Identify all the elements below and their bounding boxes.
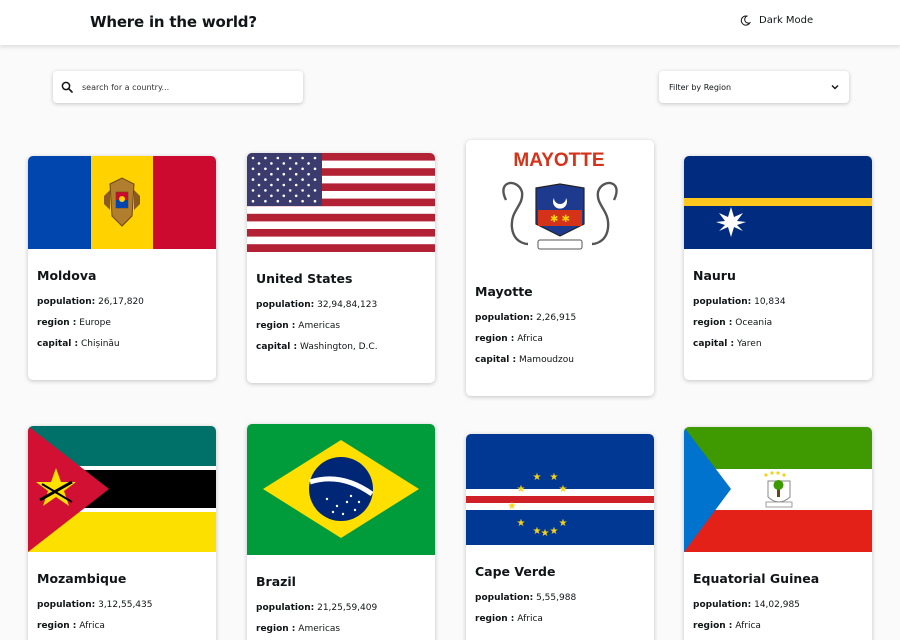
country-card[interactable]: ★ ★ ★ ★ ★ ★ ★ ★ ★ ★ Cape Verde population: 5,5… (466, 434, 654, 640)
region-value: Americas (298, 321, 341, 331)
population-value: 3,12,55,435 (98, 600, 153, 610)
population-value: 14,02,985 (754, 600, 800, 610)
svg-text:★: ★ (541, 528, 550, 539)
population-value: 5,55,988 (536, 593, 577, 603)
capital-row: capital : Mamoudzou (475, 355, 574, 365)
svg-text:★: ★ (559, 518, 568, 529)
region-filter-select[interactable]: Filter by Region (659, 71, 849, 103)
population-row: population: 21,25,59,409 (256, 603, 378, 613)
country-name: United States (256, 271, 353, 286)
population-row: population: 3,12,55,435 (37, 600, 153, 610)
svg-text:★: ★ (533, 472, 542, 483)
moldova-flag (28, 156, 216, 249)
region-value: Oceania (735, 318, 773, 328)
search-input[interactable] (82, 82, 282, 92)
capital-row: capital : Chișinău (37, 339, 120, 349)
capital-value: Washington, D.C. (300, 342, 378, 352)
us-flag (247, 153, 435, 252)
cape-verde-flag: ★★★ ★★★ ★★★ ★ (466, 434, 654, 545)
population-value: 26,17,820 (98, 297, 144, 307)
country-card[interactable]: Moldova population: 26,17,820 region : E… (28, 156, 216, 380)
svg-text:★: ★ (517, 518, 526, 529)
search-icon (61, 81, 73, 93)
dark-mode-toggle[interactable]: Dark Mode (740, 15, 813, 26)
population-value: 10,834 (754, 297, 786, 307)
population-value: 2,26,915 (536, 313, 577, 323)
svg-text:★: ★ (517, 484, 526, 495)
region-row: region : Americas (256, 321, 341, 331)
country-name: Equatorial Guinea (693, 571, 820, 586)
region-value: Africa (517, 334, 543, 344)
region-filter-label: Filter by Region (669, 82, 732, 92)
capital-row: capital : Yaren (693, 339, 762, 349)
nauru-flag (684, 156, 872, 249)
equatorial-guinea-flag (684, 427, 872, 552)
population-row: population: 14,02,985 (693, 600, 800, 610)
region-value: Africa (79, 621, 105, 631)
brazil-flag (247, 424, 435, 555)
moon-icon (740, 15, 751, 26)
dark-mode-label: Dark Mode (759, 15, 814, 26)
country-card[interactable]: Brazil population: 21,25,59,409 region :… (247, 424, 435, 640)
country-card[interactable]: Nauru population: 10,834 region : Oceani… (684, 156, 872, 380)
region-value: Africa (735, 621, 761, 631)
region-row: region : Africa (475, 334, 543, 344)
search-box (53, 71, 303, 103)
population-row: population: 26,17,820 (37, 297, 144, 307)
country-card[interactable]: United States population: 32,94,84,123 r… (247, 153, 435, 383)
region-row: region : Africa (37, 621, 105, 631)
country-name: Mayotte (475, 284, 533, 299)
region-row: region : Oceania (693, 318, 773, 328)
country-name: Mozambique (37, 571, 127, 586)
population-row: population: 32,94,84,123 (256, 300, 378, 310)
region-row: region : Americas (256, 624, 341, 634)
mayotte-flag: MAYOTTE ✱ ✱ (466, 140, 654, 265)
svg-text:✱ ✱: ✱ ✱ (550, 214, 570, 225)
capital-value: Yaren (737, 339, 762, 349)
region-row: region : Europe (37, 318, 111, 328)
capital-value: Mamoudzou (519, 355, 574, 365)
region-value: Americas (298, 624, 341, 634)
chevron-down-icon (831, 85, 839, 90)
region-value: Europe (79, 318, 111, 328)
population-value: 32,94,84,123 (317, 300, 378, 310)
svg-text:★: ★ (508, 501, 517, 512)
svg-text:★: ★ (559, 484, 568, 495)
svg-text:★: ★ (550, 472, 559, 483)
country-card[interactable]: Equatorial Guinea population: 14,02,985 … (684, 427, 872, 640)
country-name: Nauru (693, 268, 736, 283)
country-card[interactable]: MAYOTTE ✱ ✱ Mayotte population: 2,26,915… (466, 140, 654, 396)
app-title: Where in the world? (90, 13, 257, 31)
mozambique-flag (28, 426, 216, 552)
country-card[interactable]: Mozambique population: 3,12,55,435 regio… (28, 426, 216, 640)
country-name: Moldova (37, 268, 97, 283)
population-row: population: 10,834 (693, 297, 786, 307)
region-value: Africa (517, 614, 543, 624)
region-row: region : Africa (693, 621, 761, 631)
capital-value: Chișinău (81, 339, 120, 349)
country-name: Brazil (256, 574, 296, 589)
region-row: region : Africa (475, 614, 543, 624)
population-row: population: 2,26,915 (475, 313, 577, 323)
capital-row: capital : Washington, D.C. (256, 342, 378, 352)
svg-text:MAYOTTE: MAYOTTE (513, 150, 604, 171)
population-row: population: 5,55,988 (475, 593, 577, 603)
population-value: 21,25,59,409 (317, 603, 378, 613)
svg-text:★: ★ (550, 526, 559, 537)
country-name: Cape Verde (475, 564, 556, 579)
app-header: Where in the world? Dark Mode (0, 0, 900, 45)
